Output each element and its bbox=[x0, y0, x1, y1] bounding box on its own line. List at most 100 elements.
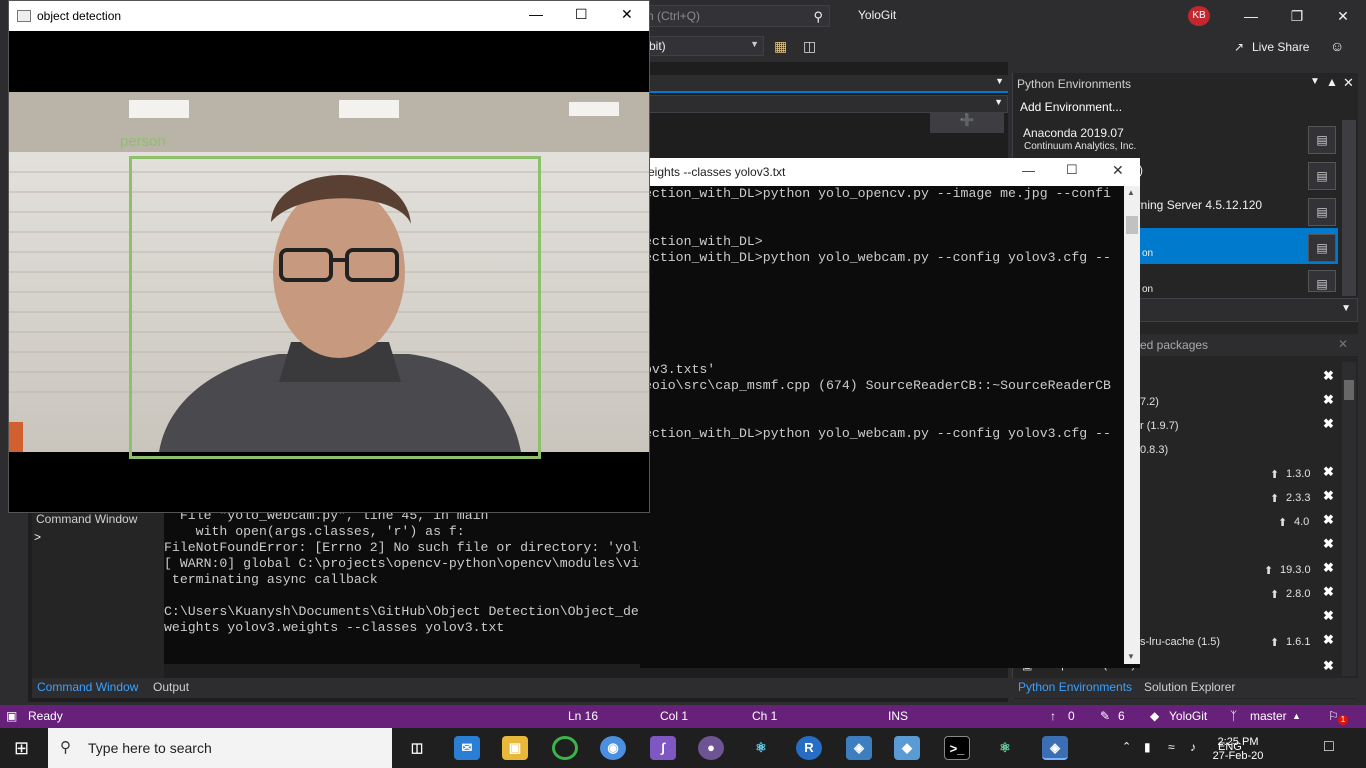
push-icon[interactable]: ↑ bbox=[1050, 709, 1056, 723]
packages-header-label: ed packages bbox=[1140, 338, 1209, 352]
editor-nav-bar[interactable]: ▼ bbox=[640, 95, 1008, 113]
atom-icon[interactable]: ⚛ bbox=[748, 736, 774, 760]
chevron-down-icon[interactable]: ▼ bbox=[995, 76, 1004, 86]
uninstall-icon[interactable]: ✖ bbox=[1323, 488, 1334, 504]
python-icon[interactable]: ◈ bbox=[1042, 736, 1068, 760]
tab-command-window[interactable]: Command Window bbox=[37, 680, 138, 694]
console-scrollbar[interactable]: ▲ ▼ bbox=[1124, 186, 1140, 664]
uninstall-icon[interactable]: ✖ bbox=[1323, 536, 1334, 552]
maximize-button[interactable]: ☐ bbox=[575, 6, 588, 23]
r-icon[interactable]: R bbox=[796, 736, 822, 760]
cmd-icon[interactable]: >_ bbox=[944, 736, 970, 760]
env-item[interactable]: Anaconda 2019.07 Continuum Analytics, In… bbox=[1014, 124, 1344, 158]
status-repo[interactable]: YoloGit bbox=[1169, 709, 1207, 723]
maximize-button[interactable]: ☐ bbox=[1066, 162, 1078, 178]
refresh-app-icon[interactable] bbox=[552, 736, 578, 760]
uninstall-icon[interactable]: ✖ bbox=[1323, 632, 1334, 648]
wifi-icon[interactable]: ≈ bbox=[1168, 740, 1175, 754]
upgrade-icon[interactable]: ⬆ bbox=[1264, 564, 1273, 577]
env-list-scrollbar[interactable] bbox=[1342, 120, 1356, 296]
minimize-button[interactable]: — bbox=[1228, 0, 1274, 32]
windows-start-icon[interactable]: ⊞ bbox=[14, 738, 29, 759]
tab-python-environments[interactable]: Python Environments bbox=[1018, 680, 1132, 694]
scroll-down-icon[interactable]: ▼ bbox=[1127, 652, 1135, 661]
split-icon[interactable]: ➕ bbox=[930, 113, 1004, 133]
chevron-down-icon: ▼ bbox=[994, 97, 1003, 107]
git-icon[interactable]: ◆ bbox=[894, 736, 920, 760]
pin-icon[interactable]: ▲ bbox=[1326, 75, 1338, 89]
uninstall-icon[interactable]: ✖ bbox=[1323, 658, 1334, 674]
close-button[interactable]: ✕ bbox=[1320, 0, 1366, 32]
uninstall-icon[interactable]: ✖ bbox=[1323, 416, 1334, 432]
console-title-bar: eights --classes yolov3.txt — ☐ ✕ bbox=[640, 158, 1140, 186]
uninstall-icon[interactable]: ✖ bbox=[1323, 512, 1334, 528]
battery-icon[interactable]: ▮ bbox=[1144, 740, 1151, 754]
close-icon[interactable]: ✕ bbox=[1338, 337, 1348, 351]
minimize-button[interactable]: — bbox=[1022, 163, 1035, 178]
task-view-icon[interactable]: ◫ bbox=[404, 736, 430, 760]
python-ide-icon[interactable]: ◈ bbox=[846, 736, 872, 760]
uninstall-icon[interactable]: ✖ bbox=[1323, 368, 1334, 384]
console-line: eoio\src\cap_msmf.cpp (674) SourceReader… bbox=[644, 378, 1111, 393]
package-version: 19.3.0 bbox=[1280, 564, 1311, 576]
pencil-icon[interactable]: ✎ bbox=[1100, 709, 1110, 723]
layout-icon[interactable]: ◫ bbox=[803, 38, 816, 55]
mail-icon[interactable]: ✉ bbox=[454, 736, 480, 760]
uninstall-icon[interactable]: ✖ bbox=[1323, 584, 1334, 600]
minimize-button[interactable]: — bbox=[529, 6, 543, 22]
package-name: 7.2) bbox=[1140, 396, 1159, 408]
file-explorer-icon[interactable]: ▣ bbox=[502, 736, 528, 760]
status-edits[interactable]: 6 bbox=[1118, 709, 1125, 723]
console-line: ection_with_DL>python yolo_opencv.py --i… bbox=[644, 186, 1111, 201]
repo-icon[interactable]: ◆ bbox=[1150, 709, 1159, 723]
close-button[interactable]: ✕ bbox=[1112, 162, 1124, 179]
packages-scrollbar[interactable] bbox=[1342, 362, 1356, 676]
avatar[interactable]: KB bbox=[1188, 6, 1210, 26]
tab-solution-explorer[interactable]: Solution Explorer bbox=[1144, 680, 1235, 694]
platform-dropdown[interactable]: bit) ▼ bbox=[640, 36, 764, 56]
close-icon[interactable]: ✕ bbox=[1343, 75, 1354, 91]
env-overview-icon[interactable]: ▤ bbox=[1308, 270, 1336, 292]
chrome-icon[interactable]: ◉ bbox=[600, 736, 626, 760]
clock[interactable]: 2:25 PM 27-Feb-20 bbox=[1208, 735, 1268, 763]
env-overview-icon[interactable]: ▤ bbox=[1308, 198, 1336, 226]
close-button[interactable]: ✕ bbox=[621, 6, 633, 23]
share-icon: ↗ bbox=[1234, 40, 1245, 54]
status-up-count[interactable]: 0 bbox=[1068, 709, 1075, 723]
upgrade-icon[interactable]: ⬆ bbox=[1270, 492, 1279, 505]
volume-icon[interactable]: ♪ bbox=[1190, 740, 1196, 754]
chevron-up-icon[interactable]: ▲ bbox=[1292, 711, 1301, 721]
search-input[interactable]: h (Ctrl+Q) ⚲ bbox=[640, 5, 830, 27]
env-overview-icon[interactable]: ▤ bbox=[1308, 162, 1336, 190]
github-icon[interactable]: ● bbox=[698, 736, 724, 760]
scroll-thumb[interactable] bbox=[1126, 216, 1138, 234]
env-overview-icon[interactable]: ▤ bbox=[1308, 234, 1336, 262]
live-share-button[interactable]: Live Share bbox=[1252, 40, 1309, 54]
chevron-down-icon[interactable]: ▼ bbox=[1310, 76, 1320, 87]
window-icon bbox=[17, 10, 31, 22]
branch-icon[interactable]: ᛉ bbox=[1230, 709, 1237, 723]
uninstall-icon[interactable]: ✖ bbox=[1323, 464, 1334, 480]
scroll-up-icon[interactable]: ▲ bbox=[1127, 188, 1135, 197]
console-output[interactable]: ection_with_DL>python yolo_opencv.py --i… bbox=[640, 186, 1124, 664]
uninstall-icon[interactable]: ✖ bbox=[1323, 392, 1334, 408]
upgrade-icon[interactable]: ⬆ bbox=[1278, 516, 1287, 529]
scroll-thumb[interactable] bbox=[1344, 380, 1354, 400]
uninstall-icon[interactable]: ✖ bbox=[1323, 560, 1334, 576]
command-prompt[interactable]: > bbox=[34, 530, 41, 544]
tab-output[interactable]: Output bbox=[153, 680, 189, 694]
atom-icon[interactable]: ⚛ bbox=[992, 736, 1018, 760]
feedback-icon[interactable]: ☺ bbox=[1330, 38, 1344, 54]
upgrade-icon[interactable]: ⬆ bbox=[1270, 588, 1279, 601]
gift-icon[interactable]: ▦ bbox=[774, 38, 787, 55]
uninstall-icon[interactable]: ✖ bbox=[1323, 608, 1334, 624]
chevron-up-icon[interactable]: ⌃ bbox=[1122, 740, 1131, 753]
action-center-icon[interactable]: □ bbox=[1324, 738, 1334, 756]
upgrade-icon[interactable]: ⬆ bbox=[1270, 636, 1279, 649]
upgrade-icon[interactable]: ⬆ bbox=[1270, 468, 1279, 481]
add-environment-link[interactable]: Add Environment... bbox=[1020, 100, 1122, 114]
status-branch[interactable]: master bbox=[1250, 709, 1287, 723]
visual-studio-icon[interactable]: ∫ bbox=[650, 736, 676, 760]
env-overview-icon[interactable]: ▤ bbox=[1308, 126, 1336, 154]
restore-button[interactable]: ❐ bbox=[1274, 0, 1320, 32]
